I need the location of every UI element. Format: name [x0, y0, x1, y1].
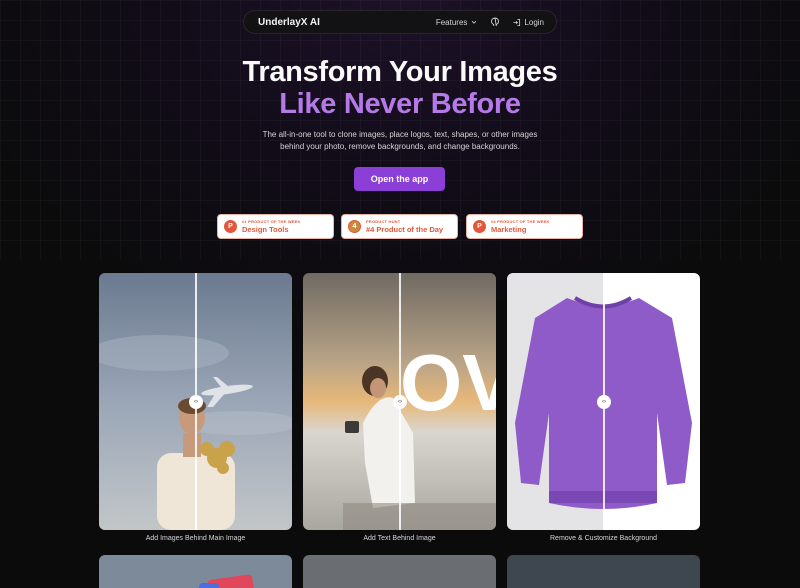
- card-caption: Add Images Behind Main Image: [145, 535, 246, 542]
- demo-card-remove-background[interactable]: ‹›: [507, 273, 700, 530]
- hero-title-line1: Transform Your Images: [242, 56, 558, 88]
- navbar: UnderlayX AI Features Login: [243, 10, 557, 34]
- badge-design-tools[interactable]: P #1 PRODUCT OF THE WEEK Design Tools: [217, 214, 334, 239]
- card-caption: Remove & Customize Background: [550, 535, 657, 542]
- compare-slider-handle[interactable]: ‹›: [597, 395, 611, 409]
- demo-card-row2-2[interactable]: [303, 555, 496, 588]
- badge-text: #1 PRODUCT OF THE WEEK Design Tools: [242, 219, 301, 234]
- producthunt-icon: P: [473, 220, 486, 233]
- brand-logo[interactable]: UnderlayX AI: [258, 17, 320, 28]
- producthunt-icon: P: [224, 220, 237, 233]
- demo-card-images-behind[interactable]: ‹›: [99, 273, 292, 530]
- nav-right: Features Login: [436, 17, 544, 27]
- open-app-button[interactable]: Open the app: [354, 167, 445, 191]
- features-menu[interactable]: Features: [436, 18, 479, 27]
- hero-title-line2: Like Never Before: [279, 88, 521, 120]
- compare-slider-handle[interactable]: ‹›: [189, 395, 203, 409]
- login-link[interactable]: Login: [512, 18, 544, 27]
- github-link[interactable]: [490, 17, 500, 27]
- chevron-down-icon: [472, 20, 477, 24]
- features-label: Features: [435, 17, 468, 27]
- badge-big-label: Marketing: [491, 225, 527, 234]
- badge-big-label: #4 Product of the Day: [366, 225, 444, 234]
- hero-subtitle: The all-in-one tool to clone images, pla…: [262, 130, 538, 151]
- badge-marketing[interactable]: P #4 PRODUCT OF THE WEEK Marketing: [466, 214, 583, 239]
- demo-card-text-behind[interactable]: OV ‹›: [303, 273, 496, 530]
- badge-text: #4 PRODUCT OF THE WEEK Marketing: [491, 219, 550, 234]
- github-icon: [491, 17, 500, 27]
- demo-card-row2-3[interactable]: [507, 555, 700, 588]
- card-preview-shape: [199, 583, 219, 588]
- demo-card-row2-1[interactable]: [99, 555, 292, 588]
- badge-text: PRODUCT HUNT #4 Product of the Day: [366, 219, 443, 234]
- login-icon: [513, 18, 521, 26]
- login-label: Login: [524, 17, 544, 27]
- overlay-text: OV: [400, 338, 496, 427]
- compare-slider-handle[interactable]: ‹›: [393, 395, 407, 409]
- badge-big-label: Design Tools: [242, 225, 289, 234]
- card-caption: Add Text Behind Image: [363, 535, 436, 542]
- badge-product-of-day[interactable]: 4 PRODUCT HUNT #4 Product of the Day: [341, 214, 458, 239]
- medal-icon: 4: [348, 220, 361, 233]
